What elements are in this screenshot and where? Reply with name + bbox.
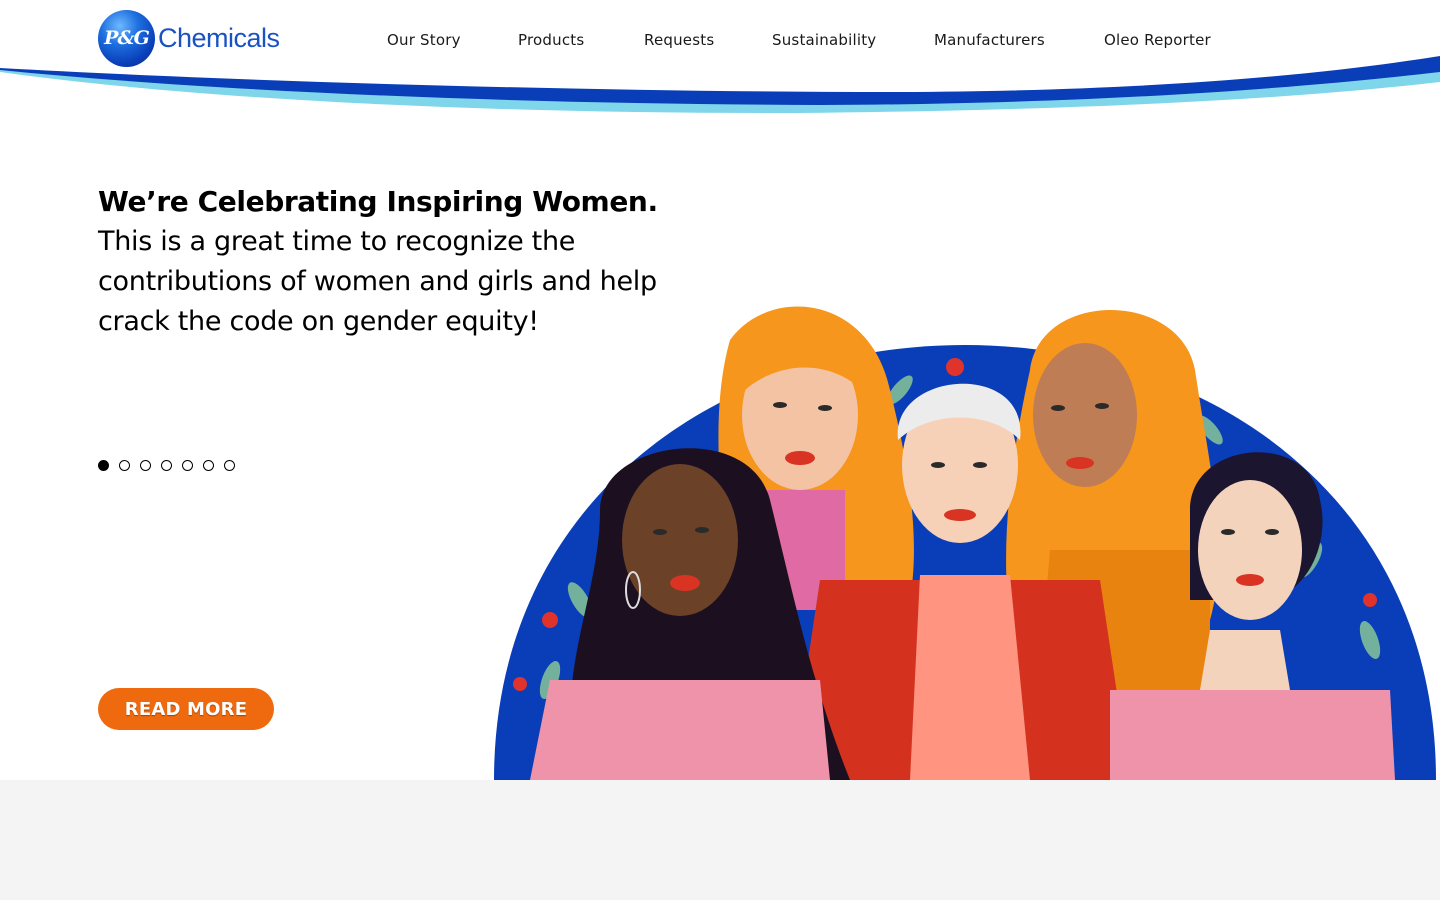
site-header: P&G Chemicals Our Story Products Request… bbox=[0, 0, 1440, 120]
carousel-dot-1[interactable] bbox=[98, 460, 109, 471]
carousel-dot-6[interactable] bbox=[203, 460, 214, 471]
logo-wordmark: Chemicals bbox=[158, 22, 280, 53]
hero-carousel: We’re Celebrating Inspiring Women. This … bbox=[0, 120, 1440, 780]
nav-requests[interactable]: Requests bbox=[644, 31, 714, 49]
pg-logo-mark: P&G bbox=[104, 27, 150, 49]
nav-products[interactable]: Products bbox=[518, 31, 584, 49]
carousel-dot-7[interactable] bbox=[224, 460, 235, 471]
carousel-pagination bbox=[98, 460, 235, 471]
pg-chemicals-logo[interactable]: P&G Chemicals bbox=[98, 9, 280, 67]
carousel-dot-4[interactable] bbox=[161, 460, 172, 471]
pg-logo-icon: P&G bbox=[98, 9, 155, 67]
nav-manufacturers[interactable]: Manufacturers bbox=[934, 31, 1045, 49]
footer-band bbox=[0, 780, 1440, 900]
hero-title: We’re Celebrating Inspiring Women. bbox=[98, 185, 658, 218]
nav-our-story[interactable]: Our Story bbox=[387, 31, 461, 49]
read-more-button[interactable]: READ MORE bbox=[98, 688, 274, 730]
women-group-illustration bbox=[490, 300, 1440, 780]
carousel-dot-2[interactable] bbox=[119, 460, 130, 471]
nav-oleo-reporter[interactable]: Oleo Reporter bbox=[1104, 31, 1211, 49]
nav-sustainability[interactable]: Sustainability bbox=[772, 31, 876, 49]
carousel-dot-5[interactable] bbox=[182, 460, 193, 471]
carousel-dot-3[interactable] bbox=[140, 460, 151, 471]
